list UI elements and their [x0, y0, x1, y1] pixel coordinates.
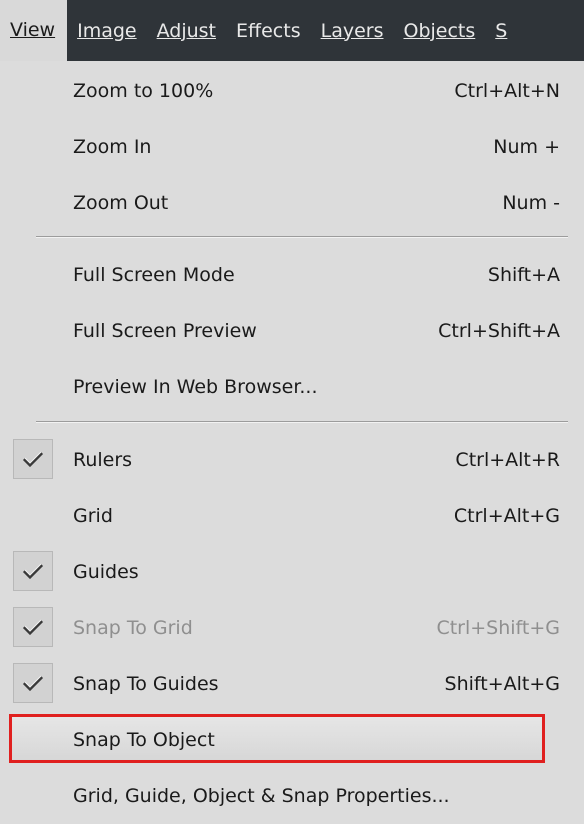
- menu-image[interactable]: Image: [67, 13, 147, 49]
- menu-item-label: Snap To Grid: [73, 617, 193, 639]
- menu-item-label: Snap To Object: [73, 729, 215, 751]
- menu-item-snap-to-grid[interactable]: Snap To Grid Ctrl+Shift+G: [4, 600, 584, 656]
- menu-next-truncated[interactable]: S: [485, 13, 517, 49]
- menu-item-label: Guides: [73, 561, 139, 583]
- menu-item-guides[interactable]: Guides: [4, 544, 584, 600]
- menu-item-grid[interactable]: Grid Ctrl+Alt+G: [4, 488, 584, 544]
- menu-objects[interactable]: Objects: [393, 13, 485, 49]
- menu-item-shortcut: Ctrl+Alt+G: [453, 505, 560, 527]
- menu-item-label: Full Screen Preview: [73, 320, 257, 342]
- menu-item-shortcut: Shift+Alt+G: [444, 673, 560, 695]
- menu-item-label: Snap To Guides: [73, 673, 219, 695]
- menu-item-zoom-in[interactable]: Zoom In Num +: [4, 119, 584, 175]
- menu-separator: [36, 421, 568, 423]
- menu-item-shortcut: Ctrl+Alt+N: [454, 80, 560, 102]
- check-icon: [13, 551, 53, 591]
- menu-item-label: Grid, Guide, Object & Snap Properties...: [73, 785, 450, 807]
- menu-bar: View Image Adjust Effects Layers Objects…: [0, 0, 584, 61]
- menu-item-full-screen-preview[interactable]: Full Screen Preview Ctrl+Shift+A: [4, 303, 584, 359]
- menu-item-snap-properties[interactable]: Grid, Guide, Object & Snap Properties...: [4, 768, 584, 824]
- menu-item-full-screen-mode[interactable]: Full Screen Mode Shift+A: [4, 247, 584, 303]
- menu-item-label: Zoom In: [73, 136, 152, 158]
- menu-item-label: Grid: [73, 505, 113, 527]
- menu-item-zoom-out[interactable]: Zoom Out Num -: [4, 175, 584, 231]
- menu-item-snap-to-object[interactable]: Snap To Object: [4, 712, 584, 768]
- menu-item-label: Full Screen Mode: [73, 264, 235, 286]
- menu-item-shortcut: Num -: [502, 192, 560, 214]
- menu-item-snap-to-guides[interactable]: Snap To Guides Shift+Alt+G: [4, 656, 584, 712]
- menu-effects[interactable]: Effects: [226, 13, 311, 49]
- menu-item-label: Zoom Out: [73, 192, 169, 214]
- menu-adjust[interactable]: Adjust: [147, 13, 226, 49]
- menu-item-shortcut: Ctrl+Shift+G: [436, 617, 560, 639]
- menu-item-label: Preview In Web Browser...: [73, 376, 318, 398]
- menu-layers[interactable]: Layers: [311, 13, 394, 49]
- check-icon: [13, 663, 53, 703]
- menu-item-label: Zoom to 100%: [73, 80, 214, 102]
- menu-item-shortcut: Ctrl+Alt+R: [455, 449, 560, 471]
- menu-item-zoom-100[interactable]: Zoom to 100% Ctrl+Alt+N: [4, 63, 584, 119]
- view-dropdown-menu: Zoom to 100% Ctrl+Alt+N Zoom In Num + Zo…: [4, 61, 584, 823]
- menu-item-shortcut: Num +: [493, 136, 560, 158]
- check-icon: [13, 439, 53, 479]
- menu-item-shortcut: Shift+A: [487, 264, 560, 286]
- menu-separator: [36, 236, 568, 238]
- menu-item-preview-web-browser[interactable]: Preview In Web Browser...: [4, 359, 584, 415]
- menu-view[interactable]: View: [0, 0, 68, 61]
- menu-item-rulers[interactable]: Rulers Ctrl+Alt+R: [4, 432, 584, 488]
- menu-item-label: Rulers: [73, 449, 133, 471]
- check-icon: [13, 607, 53, 647]
- menu-item-shortcut: Ctrl+Shift+A: [438, 320, 560, 342]
